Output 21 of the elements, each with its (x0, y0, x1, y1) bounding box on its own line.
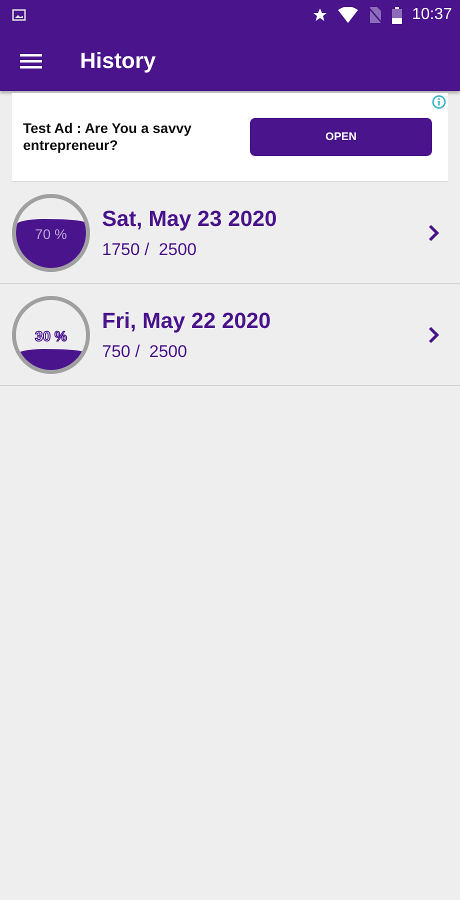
star-icon (312, 7, 328, 23)
battery-icon (392, 6, 402, 24)
amount-text: 750 / 2500 (102, 342, 188, 362)
history-row[interactable]: 30 % Fri, May 22 2020 750 / 2500 (0, 284, 460, 386)
no-sim-icon (368, 7, 382, 23)
percent-text: 70 % (34, 226, 68, 242)
history-row[interactable]: 70 % Sat, May 23 2020 1750 / 2500 (0, 182, 460, 284)
date-text: Fri, May 22 2020 (102, 308, 271, 334)
amount-text: 1750 / 2500 (102, 240, 198, 260)
gauge-fill (16, 218, 86, 268)
menu-icon[interactable] (20, 52, 42, 68)
clock-time: 10:37 (412, 6, 452, 24)
chevron-right-icon (428, 224, 440, 242)
ad-text: Test Ad : Are You a savvy entrepreneur? (23, 120, 193, 154)
wifi-icon (338, 7, 358, 23)
screen-title: History (80, 48, 156, 74)
percent-text: 30 % (34, 328, 68, 344)
chevron-right-icon (428, 326, 440, 344)
date-text: Sat, May 23 2020 (102, 206, 277, 232)
image-icon (12, 9, 26, 21)
open-button[interactable]: OPEN (250, 118, 432, 156)
